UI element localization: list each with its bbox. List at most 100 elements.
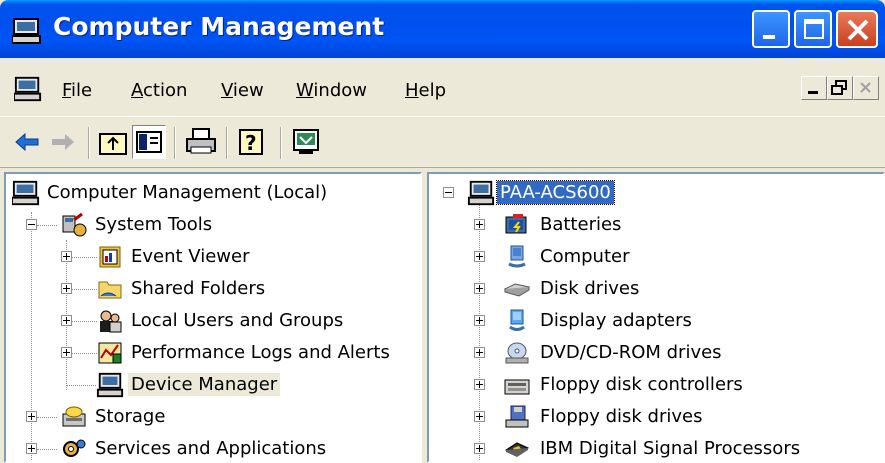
floppy-controller-icon: [504, 379, 530, 395]
disk-drive-icon: [503, 283, 531, 297]
computer-management-icon: [12, 18, 41, 44]
help-icon: ?: [239, 129, 263, 155]
help-button[interactable]: ?: [236, 125, 270, 159]
expand-toggle[interactable]: [474, 251, 485, 262]
tree-item-shared-folders[interactable]: Shared Folders: [6, 274, 416, 304]
expand-toggle[interactable]: [474, 315, 485, 326]
toolbar-separator: [280, 127, 282, 159]
device-category-label: Display adapters: [540, 310, 692, 331]
device-category-dvd-cd-rom[interactable]: DVD/CD-ROM drives: [429, 338, 879, 368]
collapse-toggle[interactable]: [443, 187, 454, 198]
tree-item-label: Services and Applications: [95, 438, 327, 459]
device-category-display-adapters[interactable]: Display adapters: [429, 306, 879, 336]
menu-window[interactable]: Window: [296, 80, 367, 101]
services-applications-icon: [63, 439, 86, 457]
tree-item-event-viewer[interactable]: Event Viewer: [6, 242, 416, 272]
child-window-icon[interactable]: [14, 76, 42, 102]
device-category-floppy-controllers[interactable]: Floppy disk controllers: [429, 370, 879, 400]
device-category-label: DVD/CD-ROM drives: [540, 342, 722, 363]
tree-item-label: Shared Folders: [131, 278, 266, 299]
toolbar: ?: [0, 116, 885, 168]
menu-help[interactable]: Help: [405, 80, 446, 101]
device-category-floppy-drives[interactable]: Floppy disk drives: [429, 402, 879, 432]
tree-item-label: Device Manager: [128, 373, 281, 396]
tree-item-label: Storage: [95, 406, 166, 427]
users-groups-icon: [100, 310, 122, 333]
minimize-button[interactable]: [752, 10, 790, 48]
forward-arrow-icon: [52, 134, 74, 150]
maximize-button[interactable]: [794, 10, 832, 48]
device-category-ibm-dsp[interactable]: IBM Digital Signal Processors: [429, 434, 879, 461]
tree-item-local-users-and-groups[interactable]: Local Users and Groups: [6, 306, 416, 336]
system-tools-icon: [62, 212, 87, 237]
back-button[interactable]: [10, 125, 44, 159]
device-category-label: IBM Digital Signal Processors: [540, 438, 801, 459]
event-viewer-icon: [99, 246, 121, 268]
tree-item-storage[interactable]: Storage: [6, 402, 416, 432]
svg-text:?: ?: [245, 131, 257, 155]
expand-toggle[interactable]: [61, 315, 72, 326]
menu-file[interactable]: File: [62, 80, 92, 101]
expand-toggle[interactable]: [474, 347, 485, 358]
maximize-icon: [804, 19, 824, 39]
show-hide-tree-button[interactable]: [132, 125, 166, 159]
print-icon: [186, 128, 216, 154]
close-button[interactable]: [836, 10, 878, 48]
back-arrow-icon: [15, 132, 39, 152]
device-category-label: Floppy disk drives: [540, 406, 703, 427]
child-minimize-button[interactable]: [801, 76, 827, 100]
tree-item-device-manager[interactable]: Device Manager: [6, 370, 416, 400]
performance-logs-icon: [98, 342, 122, 364]
expand-toggle[interactable]: [474, 219, 485, 230]
dvd-drive-icon: [505, 342, 529, 364]
tree-item-label: Local Users and Groups: [131, 310, 344, 331]
expand-toggle[interactable]: [61, 283, 72, 294]
print-button[interactable]: [184, 125, 218, 159]
properties-button[interactable]: [290, 125, 324, 159]
device-category-computer[interactable]: Computer: [429, 242, 879, 272]
device-category-label: Batteries: [540, 214, 622, 235]
device-tree-root-label: PAA-ACS600: [496, 180, 615, 205]
expand-toggle[interactable]: [474, 283, 485, 294]
expand-toggle[interactable]: [474, 443, 485, 454]
expand-toggle[interactable]: [474, 411, 485, 422]
child-restore-button[interactable]: [827, 76, 853, 100]
expand-toggle[interactable]: [61, 251, 72, 262]
tree-item-label: Event Viewer: [131, 246, 250, 267]
menu-view[interactable]: View: [221, 80, 264, 101]
expand-toggle[interactable]: [61, 347, 72, 358]
collapse-toggle[interactable]: [26, 219, 37, 230]
forward-button[interactable]: [46, 125, 80, 159]
tree-item-performance-logs[interactable]: Performance Logs and Alerts: [6, 338, 420, 368]
computer-management-icon: [12, 180, 40, 206]
device-category-batteries[interactable]: Batteries: [429, 210, 879, 240]
menu-bar: File Action View Window Help: [0, 68, 885, 112]
minimize-icon: [763, 35, 775, 39]
expand-toggle[interactable]: [26, 411, 37, 422]
minimize-icon: [808, 91, 818, 94]
tree-item-label: Performance Logs and Alerts: [131, 342, 390, 363]
tree-item-system-tools[interactable]: System Tools: [6, 210, 416, 240]
expand-toggle[interactable]: [26, 443, 37, 454]
window-title: Computer Management: [53, 12, 385, 41]
signal-processor-icon: [504, 442, 530, 457]
tree-item-services-and-applications[interactable]: Services and Applications: [6, 434, 416, 461]
device-category-label: Computer: [540, 246, 630, 267]
device-tree-pane[interactable]: PAA-ACS600 Batteries Computer Disk drive…: [427, 172, 885, 463]
device-tree-root[interactable]: PAA-ACS600: [429, 178, 879, 208]
tree-item-computer-management[interactable]: Computer Management (Local): [6, 178, 416, 208]
storage-icon: [62, 406, 86, 427]
battery-icon: [505, 214, 527, 234]
expand-toggle[interactable]: [474, 379, 485, 390]
tree-item-label: Computer Management (Local): [47, 182, 328, 203]
close-icon: [847, 19, 869, 41]
title-bar[interactable]: Computer Management: [0, 0, 885, 58]
up-one-level-button[interactable]: [96, 125, 130, 159]
console-tree-pane[interactable]: Computer Management (Local) System Tools…: [4, 172, 422, 463]
device-manager-icon: [96, 372, 124, 398]
device-category-disk-drives[interactable]: Disk drives: [429, 274, 879, 304]
floppy-drive-icon: [505, 405, 529, 428]
up-folder-icon: [99, 133, 127, 155]
child-close-button[interactable]: [853, 76, 879, 100]
menu-action[interactable]: Action: [131, 80, 187, 101]
